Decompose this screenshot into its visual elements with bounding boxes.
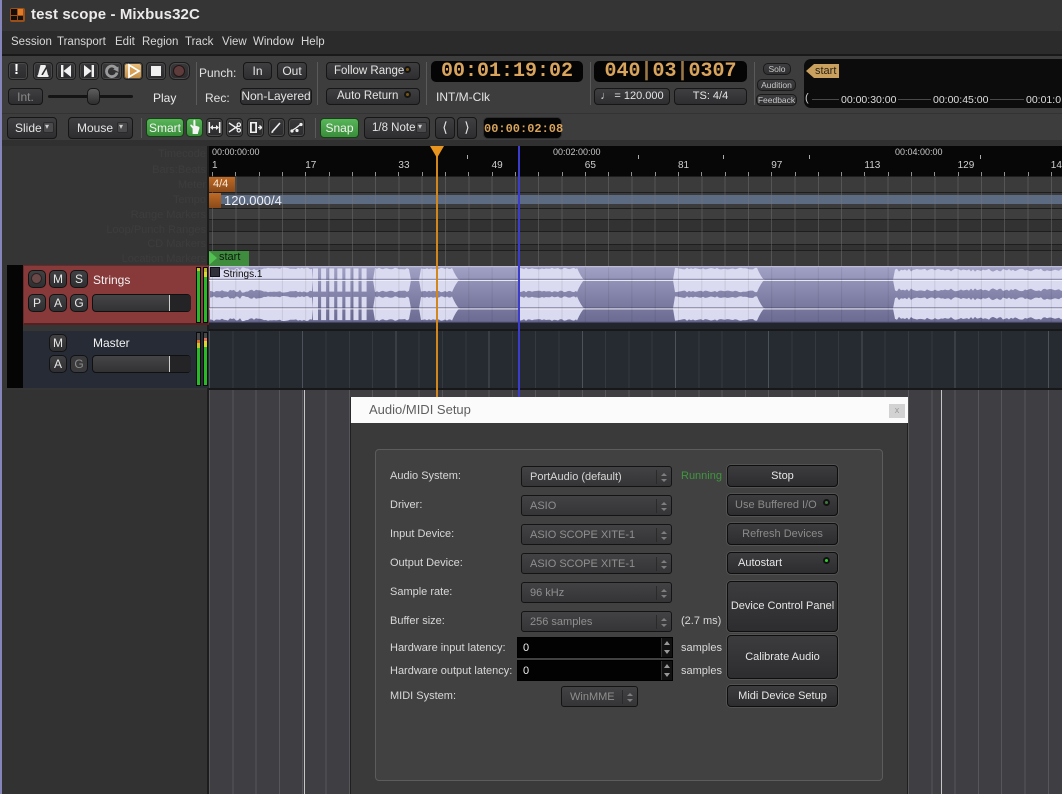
svg-text:Strings.1: Strings.1 [223, 269, 263, 280]
